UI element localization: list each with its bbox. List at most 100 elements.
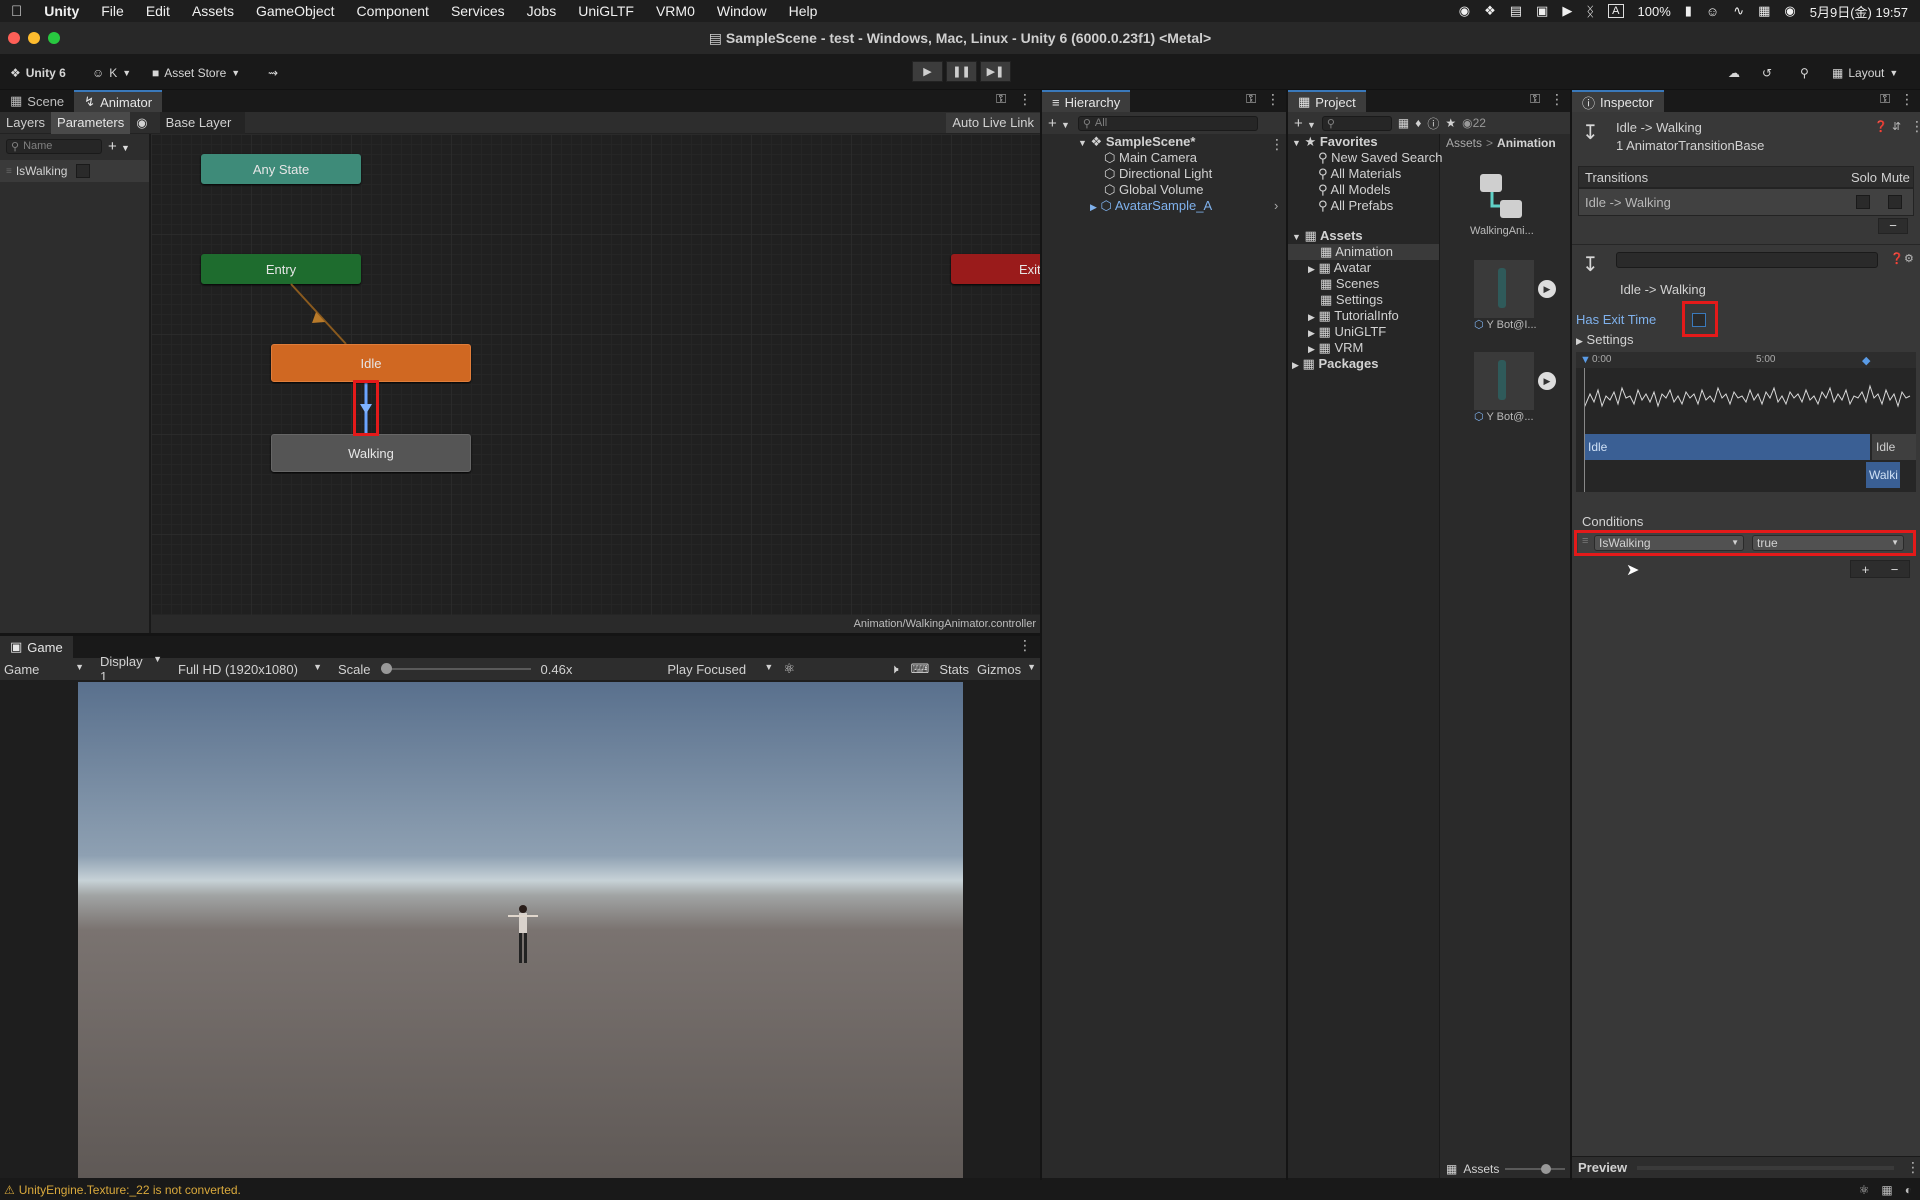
play-preview-icon[interactable]: ▶ (1538, 372, 1556, 390)
expand-arrow-icon[interactable]: ▶ (1308, 328, 1315, 338)
hierarchy-search-input[interactable]: ⚲ All (1077, 115, 1258, 131)
folder-avatar[interactable]: ▶ ▦ Avatar (1308, 260, 1371, 276)
folder-tutorialinfo[interactable]: ▶ ▦ TutorialInfo (1308, 308, 1399, 324)
timeline-idle-clip-2[interactable]: Idle (1872, 434, 1916, 460)
more-options-icon[interactable]: ⋮ (1018, 91, 1032, 108)
remove-transition-button[interactable]: − (1878, 218, 1908, 234)
menu-gameobject[interactable]: GameObject (245, 3, 346, 19)
scale-slider-knob[interactable] (380, 663, 392, 674)
apple-icon[interactable]:  (0, 3, 33, 20)
app-icon[interactable]: ▦ (1758, 3, 1770, 19)
history-icon[interactable]: ↺ (1762, 62, 1772, 84)
window-icon[interactable]: ▣ (1536, 3, 1548, 19)
expand-arrow-icon[interactable]: ▼ (1292, 138, 1301, 148)
keyboard-icon[interactable]: ⌨ (911, 661, 940, 677)
expand-arrow-icon[interactable]: ▶ (1308, 264, 1315, 274)
assets-folder[interactable]: ▼ ▦ Assets (1292, 228, 1363, 244)
play-preview-icon[interactable]: ▶ (1538, 280, 1556, 298)
hierarchy-item-main-camera[interactable]: ⬡ Main Camera (1104, 150, 1197, 166)
gizmos-dropdown[interactable]: Gizmos ▼ (977, 662, 1040, 677)
menu-unigltf[interactable]: UniGLTF (567, 3, 645, 19)
transition-name-input[interactable] (1616, 252, 1878, 268)
tab-hierarchy[interactable]: ≡ Hierarchy (1042, 90, 1131, 112)
lock-icon[interactable]: ⚿ (996, 91, 1006, 108)
status-message[interactable]: UnityEngine.Texture:_22 is not converted… (19, 1180, 241, 1200)
scene-root[interactable]: ▼ ❖ SampleScene* (1078, 134, 1195, 150)
eye-icon[interactable]: ◉ (130, 115, 153, 131)
folder-animation[interactable]: ▦ Animation (1288, 244, 1439, 260)
preset-icon[interactable]: ⇵ (1892, 120, 1901, 133)
timeline-start-marker-icon[interactable]: ▼ (1580, 354, 1591, 366)
more-options-icon[interactable]: ⋮ (1900, 91, 1914, 108)
create-dropdown[interactable]: + ▼ (1048, 115, 1070, 132)
create-dropdown[interactable]: + ▼ (1294, 115, 1316, 132)
breadcrumb[interactable]: Base Layer (159, 111, 246, 134)
play-circle-icon[interactable]: ▶ (1562, 3, 1572, 19)
expand-arrow-icon[interactable]: ▶ (1292, 360, 1299, 370)
menu-window[interactable]: Window (706, 3, 778, 19)
more-options-icon[interactable]: ⋮ (1550, 91, 1564, 108)
unity-account-button[interactable]: ❖ Unity 6 (10, 62, 66, 84)
folder-scenes[interactable]: ▦ Scenes (1320, 276, 1379, 292)
favorites-header[interactable]: ▼ ★ Favorites (1292, 134, 1378, 150)
input-source-icon[interactable]: A (1608, 4, 1624, 18)
menu-unity[interactable]: Unity (33, 3, 90, 19)
play-button[interactable]: ▶ (912, 61, 943, 82)
asset-animation-clip[interactable]: ▶ ⬡ Y Bot@... (1474, 352, 1556, 423)
expand-arrow-icon[interactable]: ▶ (1308, 344, 1315, 354)
folder-settings[interactable]: ▦ Settings (1320, 292, 1383, 308)
debug-icon[interactable]: ⚛ (1859, 1180, 1870, 1200)
tab-layers[interactable]: Layers (0, 115, 51, 130)
tab-inspector[interactable]: ⓘ Inspector (1572, 90, 1664, 112)
expand-arrow-icon[interactable]: ▶ (1308, 312, 1315, 322)
step-button[interactable]: ▶❚ (980, 61, 1011, 82)
folder-unigltf[interactable]: ▶ ▦ UniGLTF (1308, 324, 1386, 340)
menu-assets[interactable]: Assets (181, 3, 245, 19)
tab-animator[interactable]: ↯ Animator (74, 90, 163, 112)
more-options-icon[interactable]: ⋮ (1906, 1159, 1920, 1176)
layout-dropdown[interactable]: ▦ Layout ▼ (1832, 62, 1898, 84)
animator-graph[interactable]: Any State Entry Exit Idle Walking (151, 134, 1040, 615)
stats-button[interactable]: Stats (939, 662, 977, 677)
asset-store-dropdown[interactable]: ■ Asset Store ▼ (152, 62, 240, 84)
hierarchy-item-directional-light[interactable]: ⬡ Directional Light (1104, 166, 1212, 182)
cloud-icon[interactable]: ☁ (1728, 62, 1740, 84)
open-prefab-icon[interactable]: › (1274, 198, 1278, 213)
pause-button[interactable]: ❚❚ (946, 61, 977, 82)
menu-vrm0[interactable]: VRM0 (645, 3, 706, 19)
timeline-walking-clip[interactable]: Walki (1866, 462, 1900, 488)
lock-icon[interactable]: ⚿ (1246, 91, 1256, 108)
game-view-dropdown[interactable]: Game ▼ (0, 662, 88, 677)
info-icon[interactable]: ⓘ (1427, 115, 1439, 132)
more-options-icon[interactable]: ⋮ (1018, 637, 1032, 653)
parameter-name[interactable]: IsWalking (16, 164, 72, 178)
add-condition-button[interactable]: + (1862, 562, 1870, 577)
progress-icon[interactable]: ◐ (1905, 1180, 1912, 1200)
drag-handle-icon[interactable]: ≡ (6, 166, 12, 177)
help-icon[interactable]: ❓ (1890, 252, 1904, 265)
menu-help[interactable]: Help (778, 3, 829, 19)
user-icon[interactable]: ☺ (1706, 4, 1719, 19)
account-dropdown[interactable]: ☺ K ▼ (92, 62, 131, 84)
unity-status-icon[interactable]: ❖ (1484, 3, 1496, 19)
node-idle[interactable]: Idle (271, 344, 471, 382)
bug-icon[interactable]: ⚛ (777, 661, 795, 677)
more-options-icon[interactable]: ⋮ (1910, 118, 1920, 135)
favorite-item[interactable]: ⚲ All Models (1318, 182, 1390, 198)
remove-condition-button[interactable]: − (1891, 562, 1899, 577)
mute-audio-icon[interactable]: 🕨 (890, 661, 910, 677)
asset-animator-controller[interactable]: WalkingAni... (1470, 170, 1540, 237)
expand-arrow-icon[interactable]: ▶ (1090, 202, 1097, 212)
auto-live-link-button[interactable]: Auto Live Link (946, 112, 1040, 133)
mute-checkbox[interactable] (1888, 195, 1902, 209)
entry-to-idle-arrow[interactable] (290, 283, 347, 345)
solo-checkbox[interactable] (1856, 195, 1870, 209)
asset-animation-clip[interactable]: ▶ ⬡ Y Bot@I... (1474, 260, 1556, 331)
record-icon[interactable]: ◉ (1459, 3, 1470, 19)
menu-component[interactable]: Component (346, 3, 440, 19)
help-icon[interactable]: ❓ (1874, 120, 1888, 133)
tab-game[interactable]: ▣ Game (0, 636, 73, 658)
version-control-icon[interactable]: ⇝ (268, 62, 278, 84)
folder-vrm[interactable]: ▶ ▦ VRM (1308, 340, 1363, 356)
expand-arrow-icon[interactable]: ▼ (1292, 232, 1301, 242)
